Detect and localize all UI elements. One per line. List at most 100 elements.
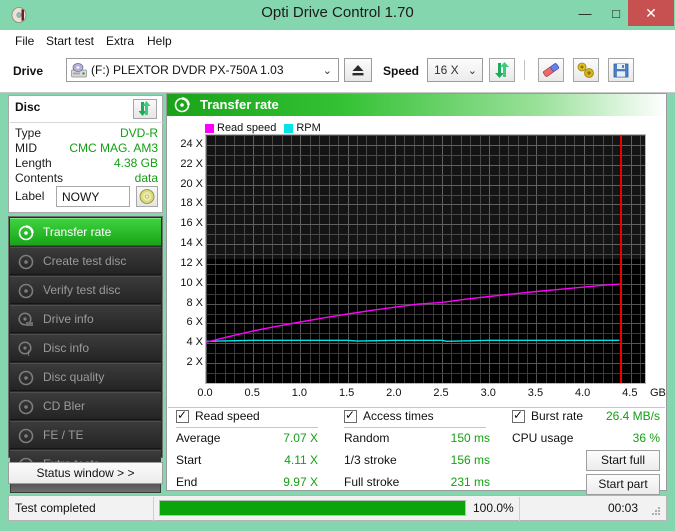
sidebar-label-disc-info: Disc info (43, 341, 89, 355)
disc-icon (137, 187, 157, 206)
y-tick-18: 18 X (169, 197, 203, 209)
disc-drive-icon (18, 312, 34, 328)
chart-card: Transfer rate Read speed RPM 24 X 22 X 2… (166, 93, 667, 491)
speed-value: 16 X (434, 63, 459, 77)
sidebar-item-disc-info[interactable]: i Disc info (10, 334, 161, 362)
burst-rate-value: 26.4 MB/s (606, 409, 660, 423)
burst-rate-header: Burst rate 26.4 MB/s (512, 408, 660, 428)
disc-test-icon (18, 283, 34, 299)
save-button[interactable] (608, 58, 634, 82)
sidebar-label-disc-quality: Disc quality (43, 370, 104, 384)
read-speed-header: Read speed (176, 408, 336, 428)
disc-key-type: Type (15, 126, 41, 140)
speed-select[interactable]: 16 X ⌄ (427, 58, 483, 82)
results-column-burst: Burst rate 26.4 MB/s CPU usage 36 % Star… (512, 408, 660, 494)
refresh-arrows-icon (490, 59, 514, 81)
sidebar-item-fe-te[interactable]: FE / TE (10, 421, 161, 449)
chart-plot-inner (206, 135, 645, 383)
sidebar-label-drive-info: Drive info (43, 312, 94, 326)
result-key-average: Average (176, 431, 220, 445)
floppy-save-icon (609, 59, 633, 81)
y-tick-4: 4 X (169, 336, 203, 348)
disc-refresh-button[interactable] (133, 99, 157, 119)
y-tick-6: 6 X (169, 316, 203, 328)
sidebar-item-disc-quality[interactable]: Disc quality (10, 363, 161, 391)
menu-item-help[interactable]: Help (141, 33, 178, 50)
access-times-checkbox[interactable] (344, 410, 357, 423)
start-part-button[interactable]: Start part (586, 474, 660, 495)
y-axis: 24 X 22 X 20 X 18 X 16 X 14 X 12 X 10 X … (167, 134, 203, 384)
chart-plot-area[interactable] (205, 134, 646, 384)
result-value-end: 9.97 X (262, 475, 318, 489)
legend-swatch-read-speed (205, 124, 214, 133)
y-tick-2: 2 X (169, 356, 203, 368)
result-value-full-stroke: 231 ms (430, 475, 490, 489)
app-window: Opti Drive Control 1.70 — □ ✕ File Start… (0, 0, 675, 531)
disc-label-button[interactable] (136, 186, 158, 207)
start-full-button[interactable]: Start full (586, 450, 660, 471)
results-column-read-speed: Read speed Average 7.07 X Start 4.11 X E… (176, 408, 336, 494)
disc-key-mid: MID (15, 141, 37, 155)
tools-button[interactable] (573, 58, 599, 82)
close-button[interactable]: ✕ (628, 0, 674, 26)
read-speed-checkbox[interactable] (176, 410, 189, 423)
progress-percent: 100.0% (473, 501, 514, 515)
menu-item-file[interactable]: File (9, 33, 40, 50)
results-panel: Read speed Average 7.07 X Start 4.11 X E… (168, 407, 665, 491)
disc-row-type: Type DVD-R (15, 126, 158, 141)
chart-series-layer (206, 135, 645, 383)
legend-label-read-speed: Read speed (217, 122, 276, 134)
eject-button[interactable] (344, 58, 372, 82)
result-key-third-stroke: 1/3 stroke (344, 453, 397, 467)
divider (10, 122, 163, 123)
x-tick-2: 1.0 (292, 387, 307, 399)
progress-bar-fill (160, 501, 465, 515)
disc-test-icon (18, 225, 34, 241)
erase-button[interactable] (538, 58, 564, 82)
nav-list: Transfer rate Create test disc (8, 216, 163, 458)
disc-value-type: DVD-R (120, 126, 158, 140)
maximize-button[interactable]: □ (601, 0, 631, 26)
burst-rate-label: Burst rate (531, 409, 583, 423)
series-line-read-speed (206, 284, 620, 342)
sidebar-label-fe-te: FE / TE (43, 428, 83, 442)
y-tick-16: 16 X (169, 217, 203, 229)
x-tick-0: 0.0 (197, 387, 212, 399)
legend-swatch-rpm (284, 124, 293, 133)
disc-key-length: Length (15, 156, 52, 170)
sidebar-item-drive-info[interactable]: Drive info (10, 305, 161, 333)
status-bar: Test completed 100.0% 00:03 (8, 495, 667, 521)
result-key-random: Random (344, 431, 389, 445)
access-times-header: Access times (344, 408, 504, 428)
sidebar-label-create-test-disc: Create test disc (43, 254, 126, 268)
y-tick-14: 14 X (169, 237, 203, 249)
drive-select[interactable]: (F:) PLEXTOR DVDR PX-750A 1.03 ⌄ (66, 58, 339, 82)
status-window-button[interactable]: Status window > > (8, 462, 163, 484)
menu-item-extra[interactable]: Extra (100, 33, 140, 50)
result-row-average: Average 7.07 X (176, 428, 336, 450)
close-icon: ✕ (628, 0, 674, 26)
title-bar: Opti Drive Control 1.70 — □ ✕ (0, 0, 675, 30)
refresh-button[interactable] (489, 58, 515, 82)
result-key-start: Start (176, 453, 201, 467)
sidebar-item-cd-bler[interactable]: CD Bler (10, 392, 161, 420)
sidebar-item-verify-test-disc[interactable]: Verify test disc (10, 276, 161, 304)
disc-test-icon (18, 399, 34, 415)
toolbar-separator (524, 60, 525, 80)
burst-rate-checkbox[interactable] (512, 410, 525, 423)
result-value-random: 150 ms (430, 431, 490, 445)
menu-item-start-test[interactable]: Start test (40, 33, 100, 50)
disc-info-icon: i (18, 341, 34, 357)
result-row-cpu-usage: CPU usage 36 % (512, 428, 660, 450)
chart-title: Transfer rate (200, 97, 279, 112)
result-key-full-stroke: Full stroke (344, 475, 399, 489)
sidebar-item-create-test-disc[interactable]: Create test disc (10, 247, 161, 275)
minimize-button[interactable]: — (570, 0, 600, 26)
disc-row-mid: MID CMC MAG. AM3 (15, 141, 158, 156)
resize-grip-icon[interactable] (650, 505, 662, 517)
chart-end-marker-line (620, 135, 622, 383)
disc-label-input[interactable]: NOWY (56, 186, 130, 207)
drive-label: Drive (13, 64, 43, 78)
result-row-random: Random 150 ms (344, 428, 504, 450)
sidebar-item-transfer-rate[interactable]: Transfer rate (10, 218, 161, 246)
